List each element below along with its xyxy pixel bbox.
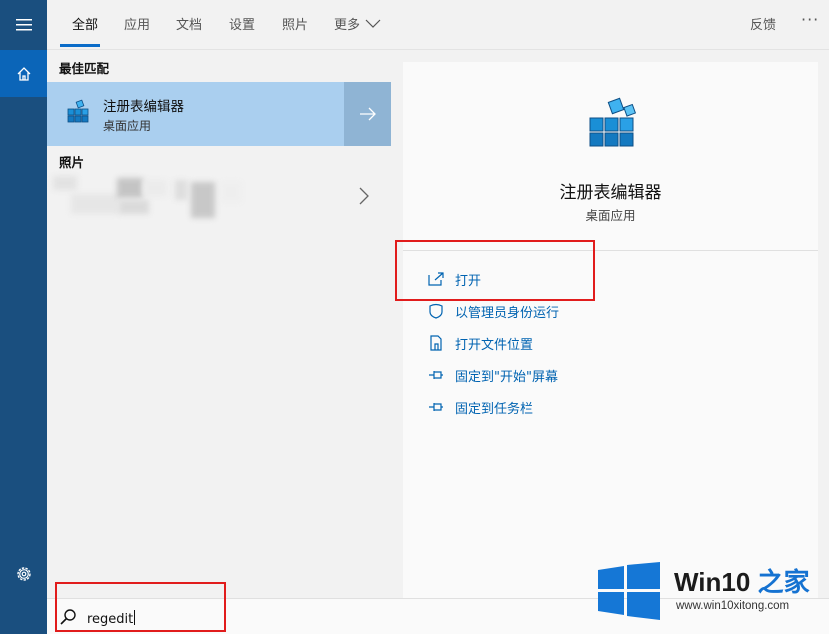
watermark-brand-accent: 之家 (750, 567, 810, 597)
blurred-thumbnail (221, 182, 241, 202)
best-match-result[interactable]: 注册表编辑器 桌面应用 (47, 82, 391, 146)
tab-more[interactable]: 更多 (334, 14, 360, 48)
best-match-title: 注册表编辑器 (103, 99, 184, 115)
run-as-admin-label: 以管理员身份运行 (455, 305, 560, 321)
expand-details-button[interactable] (344, 82, 391, 146)
watermark-brand: Win10 之家 (674, 562, 810, 599)
hamburger-icon (15, 19, 32, 31)
run-as-admin-action[interactable]: 以管理员身份运行 (427, 300, 559, 322)
results-list: 最佳匹配 注册表编辑器 桌面应用 照片 (47, 50, 391, 598)
watermark-brand-main: Win10 (674, 567, 751, 597)
app-title: 注册表编辑器 (559, 183, 662, 203)
gear-icon (16, 567, 31, 581)
more-options-icon[interactable]: ··· (801, 10, 819, 29)
home-button[interactable] (0, 50, 47, 97)
watermark-url: www.win10xitong.com (676, 600, 790, 612)
hamburger-menu-button[interactable] (0, 0, 47, 50)
tab-all[interactable]: 全部 (72, 14, 98, 48)
blurred-thumbnail (117, 178, 143, 198)
open-file-location-action[interactable]: 打开文件位置 (427, 332, 533, 354)
tab-documents[interactable]: 文档 (176, 14, 202, 48)
blurred-thumbnail (143, 180, 167, 196)
blurred-thumbnail (175, 180, 187, 200)
registry-editor-icon (67, 99, 89, 123)
shield-icon (429, 303, 443, 319)
registry-editor-icon (589, 97, 637, 147)
app-subtitle: 桌面应用 (585, 208, 636, 223)
pin-icon (429, 371, 443, 379)
pin-to-taskbar-action[interactable]: 固定到任务栏 (427, 396, 533, 418)
file-location-icon (430, 335, 442, 351)
settings-button[interactable] (0, 552, 47, 596)
feedback-link[interactable]: 反馈 (750, 14, 776, 33)
best-match-heading: 最佳匹配 (59, 61, 110, 76)
tab-apps[interactable]: 应用 (124, 14, 150, 48)
open-highlight-box (395, 240, 595, 301)
pin-icon (429, 403, 443, 411)
blurred-thumbnail (191, 182, 215, 218)
windows-logo (598, 562, 660, 620)
best-match-main[interactable]: 注册表编辑器 桌面应用 (47, 82, 342, 146)
pin-to-taskbar-label: 固定到任务栏 (455, 401, 534, 417)
search-highlight-box (55, 582, 226, 632)
active-tab-indicator (60, 44, 100, 47)
arrow-right-icon (359, 107, 376, 121)
sidebar (0, 0, 47, 634)
open-file-location-label: 打开文件位置 (455, 337, 534, 353)
photos-heading: 照片 (59, 155, 85, 170)
watermark: Win10 之家 www.win10xitong.com (598, 558, 824, 624)
app-details-panel: 注册表编辑器 桌面应用 打开 以管理员身份运行 打开文件位置 固定到"开始"屏幕… (403, 62, 818, 598)
blurred-thumbnail (71, 194, 119, 214)
chevron-right-icon[interactable] (358, 186, 370, 206)
home-icon (17, 66, 30, 81)
tab-photos[interactable]: 照片 (282, 14, 308, 48)
search-scope-tabs: 全部 应用 文档 设置 照片 更多 反馈 ··· (47, 0, 829, 50)
tab-settings[interactable]: 设置 (229, 14, 255, 48)
chevron-down-icon[interactable] (365, 16, 381, 30)
pin-to-start-label: 固定到"开始"屏幕 (455, 369, 558, 385)
pin-to-start-action[interactable]: 固定到"开始"屏幕 (427, 364, 558, 386)
blurred-thumbnail (119, 200, 149, 214)
best-match-subtitle: 桌面应用 (103, 119, 152, 133)
blurred-thumbnail (53, 176, 77, 190)
photo-result[interactable] (47, 170, 391, 226)
